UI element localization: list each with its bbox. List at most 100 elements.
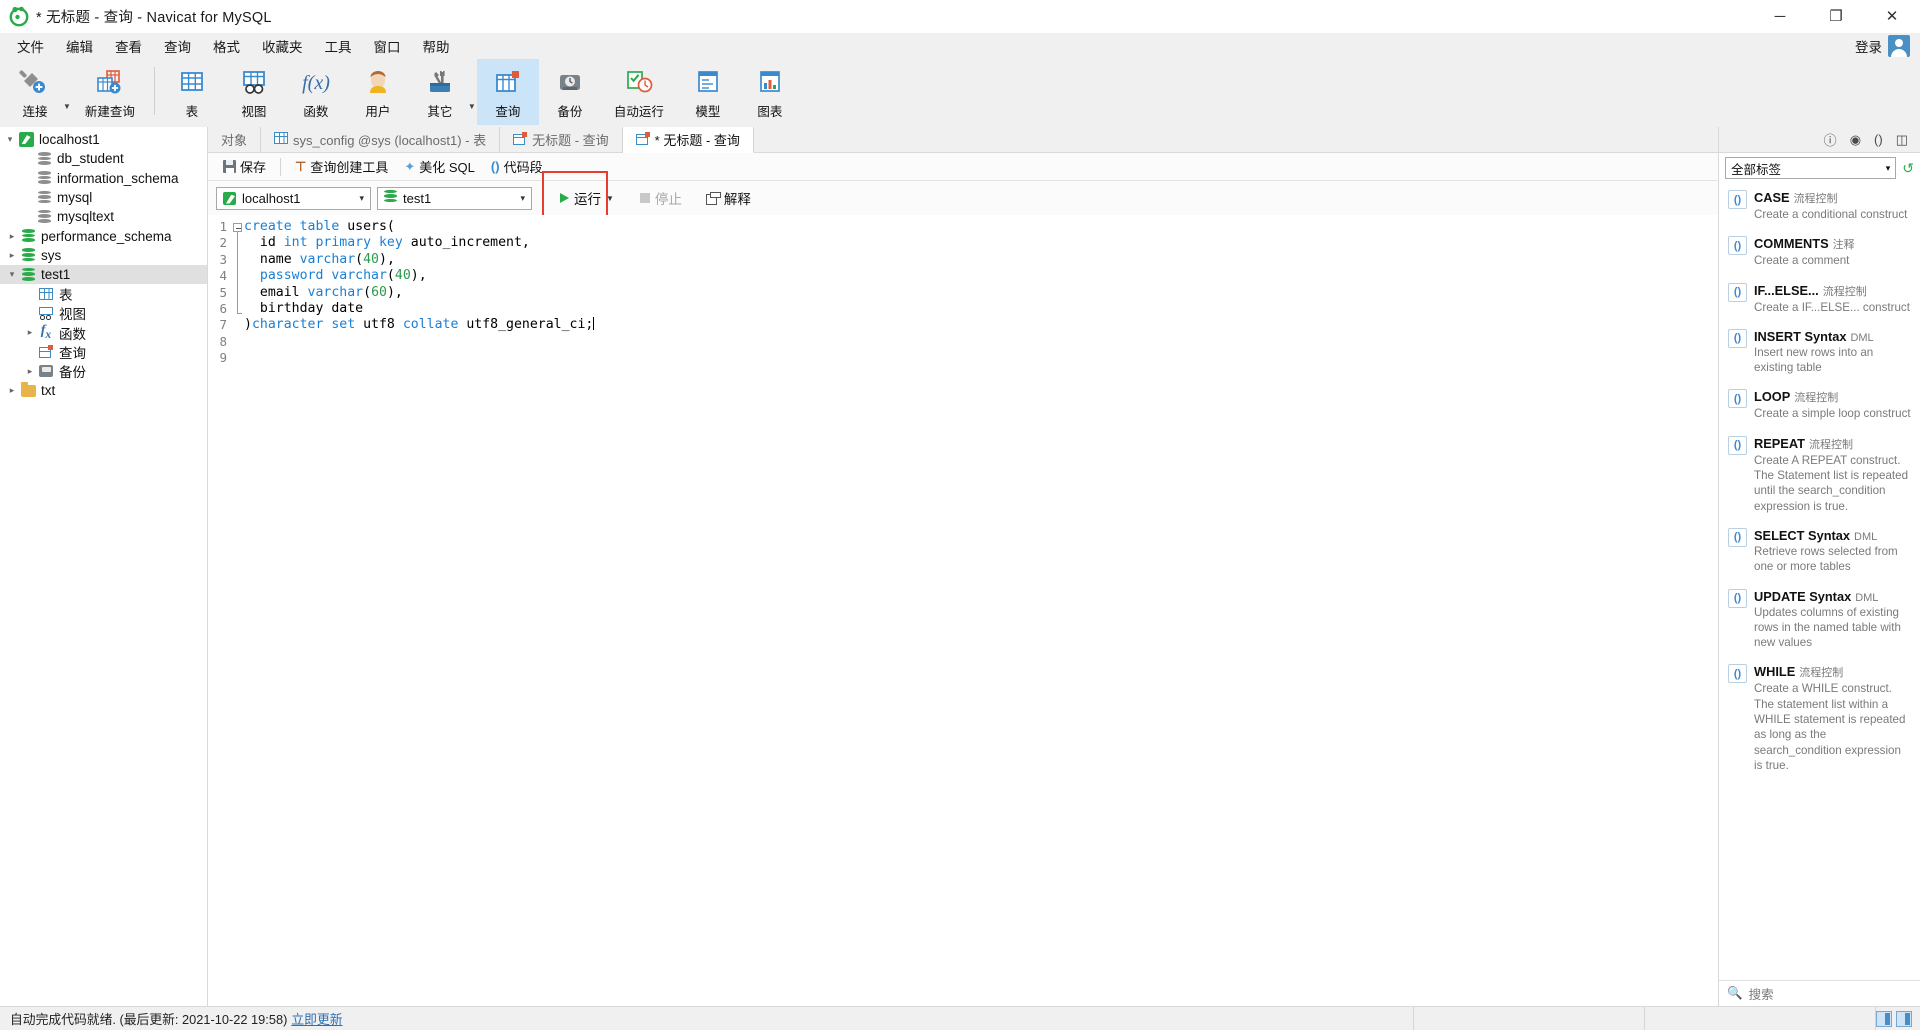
login-area[interactable]: 登录 — [1855, 34, 1920, 57]
tab-objects[interactable]: 对象 — [208, 127, 262, 152]
explain-button[interactable]: 解释 — [700, 185, 757, 211]
toolbar-query[interactable]: 查询 — [476, 59, 539, 125]
beautify-sql-button[interactable]: ✦ 美化 SQL — [397, 154, 482, 179]
tree-item-test1[interactable]: ▾ test1 — [0, 265, 207, 285]
history-icon[interactable]: ◉ — [1850, 132, 1861, 148]
toggle-right-pane-button[interactable] — [1896, 1010, 1912, 1027]
tree-item-label: txt — [41, 383, 56, 398]
tab-untitled-query[interactable]: 无标题 - 查询 — [500, 127, 623, 152]
run-button[interactable]: 运行 ▼ — [554, 185, 620, 211]
snippet-body: SELECT Syntax DML Retrieve rows selected … — [1754, 528, 1912, 575]
toolbar-connection[interactable]: 连接 — [4, 59, 66, 125]
toolbar-view[interactable]: 视图 — [223, 59, 285, 125]
save-icon — [223, 160, 236, 173]
snippet-icon[interactable]: () — [1874, 132, 1883, 147]
list-item[interactable]: () COMMENTS 注释 Create a comment — [1719, 229, 1920, 275]
toolbar-table[interactable]: 表 — [161, 59, 223, 125]
tree-item-mysql[interactable]: mysql — [0, 188, 207, 207]
chevron-down-icon[interactable]: ▾ — [2, 134, 18, 145]
tree-item-tables[interactable]: 表 — [0, 284, 207, 303]
chevron-down-icon[interactable]: ▾ — [359, 193, 364, 204]
menu-tools[interactable]: 工具 — [314, 33, 363, 59]
body-row: ▾ localhost1 db_student information_sche… — [0, 127, 1920, 1006]
menu-window[interactable]: 窗口 — [363, 33, 412, 59]
tree-item-functions[interactable]: ▸ fx 函数 — [0, 323, 207, 342]
login-label[interactable]: 登录 — [1855, 36, 1882, 56]
chevron-down-icon[interactable]: ▾ — [1886, 163, 1891, 174]
list-item[interactable]: () LOOP 流程控制 Create a simple loop constru… — [1719, 382, 1920, 428]
chevron-right-icon[interactable]: ▸ — [4, 250, 20, 261]
toolbar-function[interactable]: f(x) 函数 — [285, 59, 347, 125]
status-view-toggles — [1876, 1010, 1920, 1027]
toolbar-user[interactable]: 用户 — [347, 59, 409, 125]
snippet-list[interactable]: () CASE 流程控制 Create a conditional constru… — [1719, 183, 1920, 980]
chevron-down-icon[interactable]: ▾ — [520, 193, 525, 204]
tree-item-mysqltext[interactable]: mysqltext — [0, 207, 207, 226]
tree-item-queries[interactable]: 查询 — [0, 342, 207, 361]
sql-editor[interactable]: 1 2 3 4 5 6 7 8 9 create table users(id… — [208, 215, 1718, 1006]
tab-sys-config[interactable]: sys_config @sys (localhost1) - 表 — [261, 127, 501, 152]
tree-item-localhost1[interactable]: ▾ localhost1 — [0, 130, 207, 149]
code-area[interactable]: create table users( id int primary key a… — [244, 215, 1718, 1006]
menu-file[interactable]: 文件 — [6, 33, 55, 59]
menu-format[interactable]: 格式 — [202, 33, 251, 59]
toolbar-model[interactable]: 模型 — [677, 59, 739, 125]
menu-query[interactable]: 查询 — [153, 33, 202, 59]
list-item[interactable]: () SELECT Syntax DML Retrieve rows select… — [1719, 521, 1920, 582]
toolbar-function-label: 函数 — [303, 105, 329, 119]
close-button[interactable]: ✕ — [1864, 0, 1920, 33]
menu-favorites[interactable]: 收藏夹 — [251, 33, 314, 59]
tree-item-db_student[interactable]: db_student — [0, 149, 207, 168]
fold-toggle-icon[interactable] — [233, 223, 242, 232]
info-icon[interactable]: ⓘ — [1824, 130, 1837, 149]
list-item[interactable]: () UPDATE Syntax DML Updates columns of e… — [1719, 582, 1920, 658]
avatar[interactable] — [1888, 34, 1910, 57]
tree-item-information_schema[interactable]: information_schema — [0, 169, 207, 188]
refresh-icon[interactable]: ↺ — [1902, 160, 1914, 177]
tree-item-views[interactable]: 视图 — [0, 304, 207, 323]
menu-view[interactable]: 查看 — [104, 33, 153, 59]
snippet-description: Updates columns of existing rows in the … — [1754, 605, 1901, 650]
connection-select[interactable]: localhost1 ▾ — [216, 186, 371, 210]
tab-untitled-query-modified[interactable]: * 无标题 - 查询 — [622, 127, 754, 153]
toolbar-automation[interactable]: 自动运行 — [601, 59, 677, 125]
query-builder-button[interactable]: ⊤ 查询创建工具 — [288, 154, 395, 179]
chevron-right-icon[interactable]: ▸ — [4, 231, 20, 242]
list-item[interactable]: () WHILE 流程控制 Create a WHILE construct. T… — [1719, 657, 1920, 780]
database-green-icon — [20, 229, 36, 243]
stop-button[interactable]: 停止 — [634, 185, 688, 211]
toolbar-others[interactable]: 其它 — [409, 59, 471, 125]
toolbar-backup[interactable]: 备份 — [539, 59, 601, 125]
list-item[interactable]: () IF...ELSE... 流程控制 Create a IF...ELSE..… — [1719, 276, 1920, 322]
snippet-search[interactable]: 🔍 搜索 — [1719, 980, 1920, 1006]
list-item[interactable]: () REPEAT 流程控制 Create A REPEAT construct.… — [1719, 429, 1920, 521]
snippet-tag-value: 全部标签 — [1731, 162, 1782, 177]
structure-icon[interactable]: ◫ — [1896, 132, 1908, 148]
snippet-tag-select[interactable]: 全部标签 ▾ — [1725, 157, 1897, 179]
update-now-link[interactable]: 立即更新 — [291, 1009, 342, 1028]
maximize-button[interactable]: ❐ — [1808, 0, 1864, 33]
chevron-down-icon[interactable]: ▾ — [4, 269, 20, 280]
chevron-right-icon[interactable]: ▸ — [22, 327, 38, 338]
tree-item-backups[interactable]: ▸ 备份 — [0, 362, 207, 381]
toolbar-new-query[interactable]: 新建查询 — [72, 59, 148, 125]
code-snippet-button[interactable]: () 代码段 — [484, 154, 550, 179]
menu-edit[interactable]: 编辑 — [55, 33, 104, 59]
tree-item-performance_schema[interactable]: ▸ performance_schema — [0, 226, 207, 245]
toggle-left-pane-button[interactable] — [1876, 1010, 1892, 1027]
chevron-right-icon[interactable]: ▸ — [22, 366, 38, 377]
toolbar-view-label: 视图 — [241, 105, 267, 119]
tree-item-txt[interactable]: ▸ txt — [0, 381, 207, 400]
tree-item-sys[interactable]: ▸ sys — [0, 246, 207, 265]
menu-help[interactable]: 帮助 — [412, 33, 461, 59]
chevron-down-icon[interactable]: ▼ — [606, 194, 614, 203]
minimize-button[interactable]: ─ — [1752, 0, 1808, 33]
chevron-right-icon[interactable]: ▸ — [4, 385, 20, 396]
list-item[interactable]: () CASE 流程控制 Create a conditional constru… — [1719, 183, 1920, 229]
line-number-gutter: 1 2 3 4 5 6 7 8 9 — [208, 215, 230, 1006]
save-button[interactable]: 保存 — [216, 154, 273, 179]
list-item[interactable]: () INSERT Syntax DML Insert new rows into… — [1719, 322, 1920, 383]
toolbar-chart[interactable]: 图表 — [739, 59, 801, 125]
code-fold-column[interactable] — [230, 215, 244, 1006]
database-select[interactable]: test1 ▾ — [377, 186, 532, 210]
